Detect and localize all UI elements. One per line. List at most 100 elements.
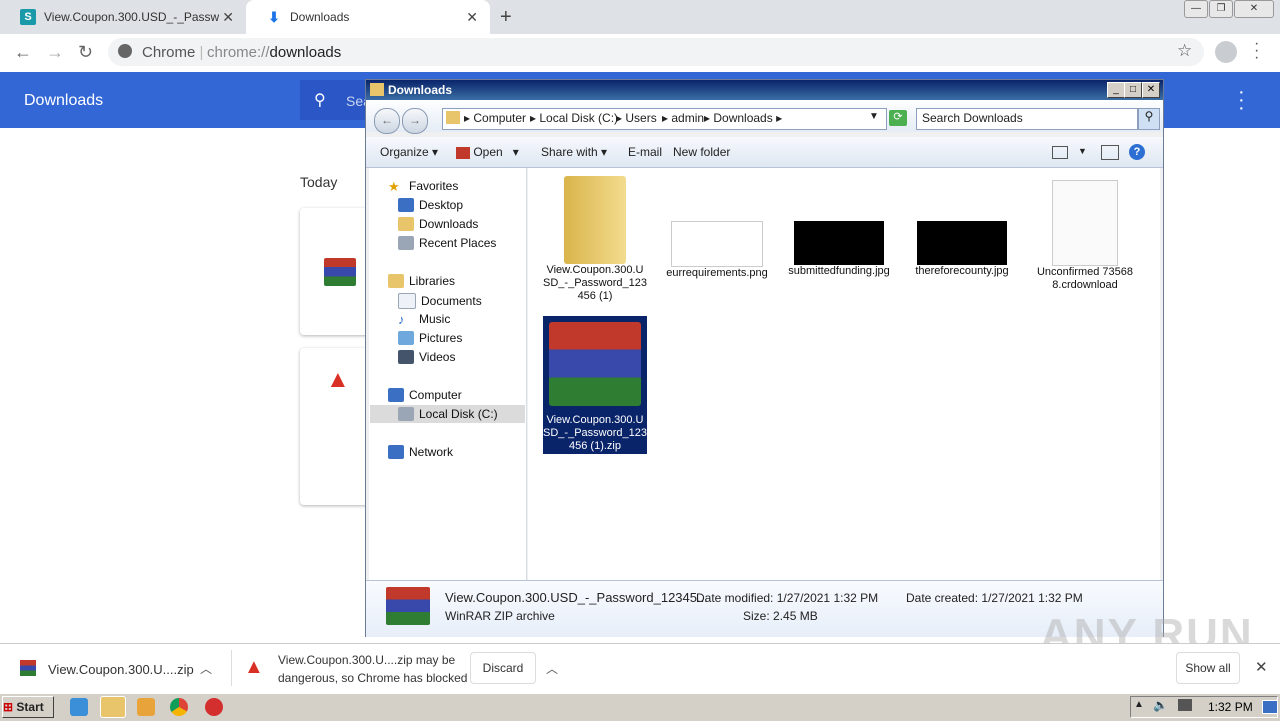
taskbar — [0, 693, 1280, 721]
close-tab-icon[interactable]: ✕ — [222, 9, 234, 26]
details-filename: View.Coupon.300.USD_-_Password_12345... — [445, 590, 708, 605]
clock: 1:32 PM — [1208, 700, 1253, 714]
reload-icon[interactable]: ↻ — [78, 42, 93, 63]
more-actions-icon[interactable]: · · · — [1238, 82, 1245, 118]
file-item[interactable]: View.Coupon.300.USD_-_Password_123456 (1… — [543, 176, 647, 303]
breadcrumb-users[interactable]: ▸ Users — [616, 111, 657, 125]
winrar-icon — [20, 660, 36, 676]
close-icon[interactable]: ✕ — [1142, 82, 1160, 98]
maximize-icon[interactable]: ❐ — [1209, 0, 1233, 18]
chrome-taskbar-icon[interactable] — [170, 698, 188, 716]
explorer-title: Downloads — [388, 83, 453, 97]
profile-avatar[interactable] — [1215, 41, 1237, 63]
media-player-icon[interactable] — [137, 698, 155, 716]
winrar-archive-icon — [549, 322, 641, 406]
email-button[interactable]: E-mail — [628, 145, 662, 159]
breadcrumb-downloads[interactable]: ▸ Downloads ▸ — [704, 111, 782, 125]
back-icon[interactable]: ← — [14, 42, 32, 63]
nav-recent-places[interactable]: Recent Places — [398, 236, 496, 250]
view-dropdown-icon[interactable]: ▼ — [1078, 146, 1087, 156]
nav-music[interactable]: ♪ Music — [398, 312, 450, 327]
new-tab-icon[interactable]: + — [500, 6, 512, 29]
tray-expand-icon[interactable]: ▲ — [1134, 699, 1144, 710]
documents-icon — [398, 293, 416, 309]
minimize-icon[interactable]: _ — [1107, 82, 1125, 98]
pictures-icon — [398, 331, 414, 345]
new-folder-button[interactable]: New folder — [673, 145, 730, 159]
help-icon[interactable]: ? — [1129, 144, 1145, 160]
refresh-icon[interactable]: ⟳ — [889, 110, 907, 126]
file-item-selected[interactable]: View.Coupon.300.USD_-_Password_123456 (1… — [543, 316, 647, 454]
search-placeholder: Search Downloads — [922, 111, 1023, 125]
nav-local-disk[interactable]: Local Disk (C:) — [398, 407, 498, 421]
nav-network[interactable]: Network — [388, 445, 453, 459]
nav-documents[interactable]: Documents — [398, 293, 482, 309]
back-icon[interactable]: ← — [374, 108, 400, 134]
minimize-icon[interactable]: — — [1184, 0, 1208, 18]
volume-icon[interactable]: 🔈 — [1153, 698, 1168, 712]
chevron-up-icon[interactable]: ︿ — [200, 660, 212, 677]
forward-icon[interactable]: → — [46, 42, 64, 63]
search-icon[interactable]: ⚲ — [1138, 108, 1160, 130]
blocked-message-line2: dangerous, so Chrome has blocked it. — [278, 671, 481, 685]
site-favicon-icon: S — [20, 9, 36, 25]
nav-desktop[interactable]: Desktop — [398, 198, 463, 212]
forward-icon[interactable]: → — [402, 108, 428, 134]
preview-pane-icon[interactable] — [1101, 145, 1119, 160]
libraries-icon — [388, 274, 404, 288]
breadcrumb-admin[interactable]: ▸ admin — [662, 111, 704, 125]
network-tray-icon[interactable] — [1178, 699, 1192, 711]
tab-coupon[interactable]: S View.Coupon.300.USD_-_Password... ✕ — [0, 0, 246, 34]
search-icon: ⚲ — [314, 92, 326, 109]
view-options-icon[interactable] — [1052, 146, 1068, 159]
maximize-icon[interactable]: □ — [1124, 82, 1142, 98]
start-button[interactable]: ⊞ Start — [2, 696, 54, 718]
show-desktop-icon[interactable] — [1262, 700, 1278, 714]
explorer-taskbar-icon[interactable] — [100, 696, 126, 718]
nav-favorites[interactable]: ★ Favorites — [388, 179, 458, 194]
internet-explorer-icon[interactable] — [70, 698, 88, 716]
breadcrumb-local-disk[interactable]: ▸ Local Disk (C:) — [530, 111, 618, 125]
tab-title: Downloads — [290, 10, 350, 24]
nav-videos[interactable]: Videos — [398, 350, 455, 364]
nav-libraries[interactable]: Libraries — [388, 274, 455, 288]
details-date-modified: Date modified: 1/27/2021 1:32 PM — [696, 591, 879, 605]
explorer-window: Downloads _ □ ✕ ← → ▸ Computer ▸ Local D… — [365, 79, 1164, 637]
computer-icon — [388, 388, 404, 402]
document-icon — [1052, 180, 1118, 266]
nav-computer[interactable]: Computer — [388, 388, 462, 402]
image-thumbnail-icon — [671, 221, 763, 267]
network-icon — [388, 445, 404, 459]
bookmark-star-icon[interactable]: ☆ — [1177, 41, 1192, 61]
organize-button[interactable]: Organize ▾ — [380, 145, 438, 159]
open-button[interactable]: Open ▾ — [456, 145, 519, 159]
warning-icon: ▲ — [244, 656, 264, 678]
winrar-icon — [456, 146, 470, 159]
nav-downloads[interactable]: Downloads — [398, 217, 478, 231]
download-icon: ⬇ — [268, 8, 280, 25]
image-thumbnail-icon — [794, 221, 884, 265]
folder-icon — [370, 83, 384, 96]
close-tab-icon[interactable]: ✕ — [466, 9, 478, 26]
chevron-up-icon[interactable]: ︿ — [546, 660, 558, 677]
file-item[interactable]: thereforecounty.jpg — [910, 176, 1014, 278]
share-with-button[interactable]: Share with ▾ — [541, 145, 607, 159]
chrome-menu-icon[interactable]: · · · — [1254, 36, 1259, 66]
close-window-icon[interactable]: ✕ — [1234, 0, 1274, 18]
blocked-message-line1: View.Coupon.300.U....zip may be — [278, 653, 456, 667]
shelf-item-filename[interactable]: View.Coupon.300.U....zip — [48, 662, 194, 677]
chrome-icon — [118, 44, 132, 58]
nav-pictures[interactable]: Pictures — [398, 331, 462, 345]
file-item[interactable]: Unconfirmed 735688.crdownload — [1033, 176, 1137, 292]
discard-button[interactable]: Discard — [470, 652, 536, 684]
desktop-icon — [398, 198, 414, 212]
address-dropdown-icon[interactable]: ▼ — [869, 111, 879, 122]
tab-downloads[interactable]: ⬇ Downloads ✕ — [246, 0, 490, 34]
show-all-button[interactable]: Show all — [1176, 652, 1240, 684]
close-shelf-icon[interactable]: ✕ — [1255, 658, 1268, 676]
file-item[interactable]: eurrequirements.png — [665, 176, 769, 280]
details-filetype: WinRAR ZIP archive — [445, 609, 555, 623]
stop-app-icon[interactable] — [205, 698, 223, 716]
file-item[interactable]: submittedfunding.jpg — [787, 176, 891, 278]
breadcrumb-computer[interactable]: ▸ Computer — [464, 111, 526, 125]
